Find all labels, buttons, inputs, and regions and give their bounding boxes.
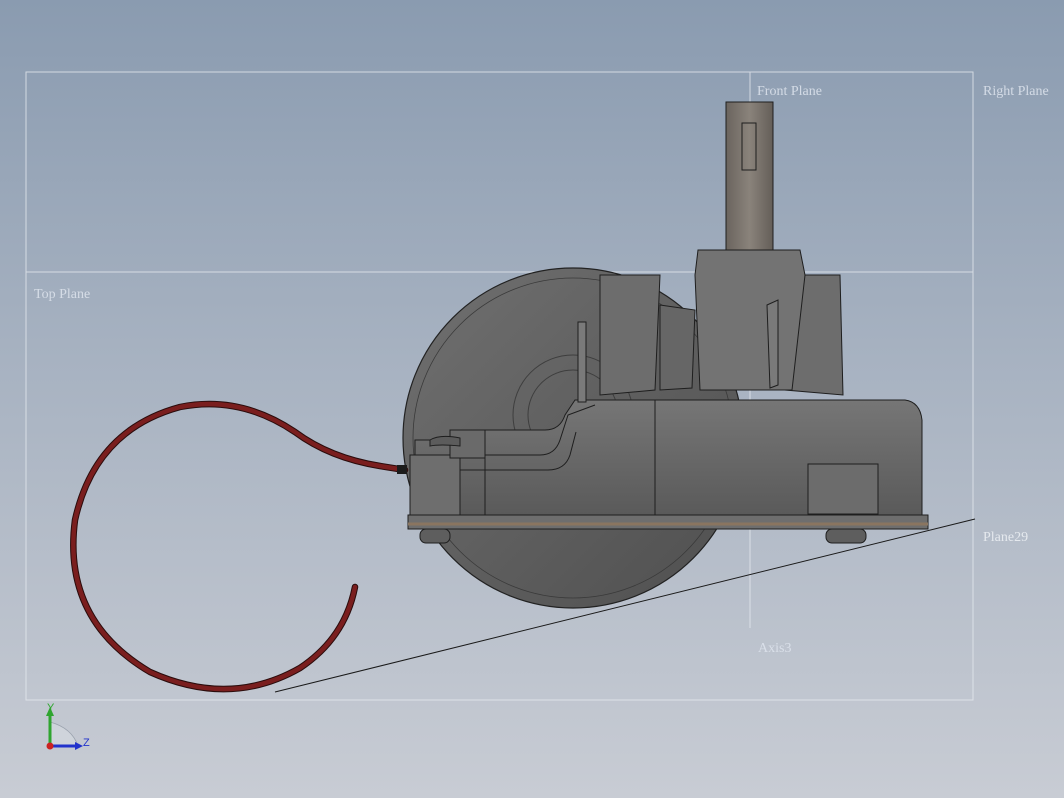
front-plane-label[interactable]: Front Plane [757, 84, 822, 99]
top-bosses[interactable] [577, 249, 844, 403]
right-plane-label[interactable]: Right Plane [983, 84, 1049, 99]
orientation-triad[interactable]: Y Z [46, 702, 90, 750]
base-plate [407, 514, 929, 530]
custom-plane-label[interactable]: Plane29 [983, 530, 1028, 545]
axis-label[interactable]: Axis3 [758, 641, 791, 656]
triad-z-label: Z [83, 737, 90, 749]
triad-y-label: Y [47, 702, 55, 714]
cad-viewport[interactable]: Front Plane Right Plane Top Plane Plane2… [0, 0, 1064, 798]
top-plane-label[interactable]: Top Plane [34, 287, 90, 302]
power-cable[interactable] [70, 400, 409, 693]
triad-x-axis [46, 742, 54, 750]
output-shaft[interactable] [725, 101, 774, 251]
